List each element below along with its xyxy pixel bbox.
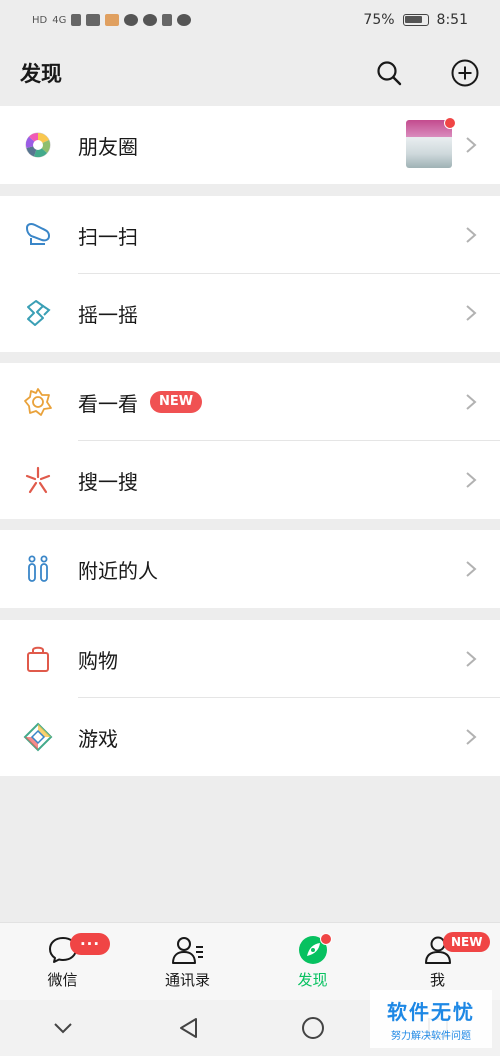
wifi-icon [86,14,101,26]
group-moments: 朋友圈 [0,106,500,184]
app-notification-icon [105,14,120,26]
games-icon [23,722,53,752]
hd-label: HD [32,14,48,26]
watermark: 软件无忧 努力解决软件问题 [370,990,492,1048]
moments-aperture-icon [23,130,53,160]
tab-label: 通讯录 [164,971,210,989]
search-icon [377,61,402,86]
menu-item-label: 购物 [78,648,118,673]
status-bar: HD 4G 75% 8:51 [0,0,500,40]
menu-item-label: 朋友圈 [78,134,138,159]
menu-item-games[interactable]: 游戏 [0,698,500,776]
group-stories-search: 看一看 NEW 搜一搜 [0,363,500,519]
network-label: 4G [52,14,67,26]
menu-item-shopping[interactable]: 购物 [0,620,500,698]
tab-discover[interactable]: 发现 [250,923,375,1000]
chevron-right-icon [466,561,477,577]
chevron-down-icon [53,1023,72,1034]
group-scan-shake: 扫一扫 摇一摇 [0,196,500,352]
bottom-tab-bar: 微信 ··· 通讯录 发现 我 NEW [0,922,500,1000]
chevron-right-icon [466,305,477,321]
people-nearby-icon [23,554,53,584]
watermark-subtitle: 努力解决软件问题 [391,1031,471,1042]
chevron-right-icon [466,651,477,667]
battery-icon [402,14,429,26]
menu-item-moments[interactable]: 朋友圈 [0,106,500,184]
contacts-icon [171,933,205,967]
unread-badge: ··· [70,933,110,955]
clock: 8:51 [436,12,468,28]
notification-dot [320,933,332,945]
tab-label: 微信 [47,971,78,989]
group-shopping-games: 购物 游戏 [0,620,500,776]
signal-icon [71,14,82,26]
menu-item-shake[interactable]: 摇一摇 [0,274,500,352]
top-stories-icon [23,387,53,417]
back-triangle-icon [179,1018,197,1038]
menu-item-top-stories[interactable]: 看一看 NEW [0,363,500,441]
menu-item-label: 游戏 [78,726,118,751]
battery-percent: 75% [363,12,395,28]
group-nearby: 附近的人 [0,530,500,608]
back-button[interactable] [174,1014,202,1042]
tab-label: 我 [429,971,445,989]
new-badge: NEW [150,391,203,413]
menu-item-label: 搜一搜 [78,469,138,494]
home-circle-icon [301,1017,324,1039]
chevron-right-icon [466,729,477,745]
notification-dot [444,117,456,129]
menu-item-people-nearby[interactable]: 附近的人 [0,530,500,608]
app-icon [143,14,158,26]
search-button[interactable] [374,58,404,88]
tab-chats[interactable]: 微信 ··· [0,923,125,1000]
tab-me[interactable]: 我 NEW [375,923,500,1000]
chevron-right-icon [466,472,477,488]
search-star-icon [23,465,53,495]
status-right: 75% 8:51 [363,12,468,28]
watermark-title: 软件无忧 [387,1000,475,1024]
shopping-bag-icon [23,644,53,674]
upload-icon [162,14,173,26]
header: 发现 [0,40,500,106]
chevron-right-icon [466,394,477,410]
add-circle-icon [451,59,479,87]
new-badge: NEW [443,932,491,952]
scan-icon [23,220,53,250]
tab-contacts[interactable]: 通讯录 [125,923,250,1000]
collapse-button[interactable] [49,1014,77,1042]
add-button[interactable] [450,58,480,88]
tab-label: 发现 [297,971,328,989]
status-icons: HD 4G [32,14,192,26]
shake-icon [23,298,53,328]
menu-item-scan[interactable]: 扫一扫 [0,196,500,274]
tiktok-icon [124,14,139,26]
menu-item-label: 扫一扫 [78,224,138,249]
page-title: 发现 [20,62,62,86]
menu-item-search[interactable]: 搜一搜 [0,441,500,519]
home-button[interactable] [299,1014,327,1042]
cloud-icon [177,14,192,26]
chevron-right-icon [466,227,477,243]
menu-item-label: 看一看 [78,391,138,416]
chevron-right-icon [466,137,477,153]
menu-item-label: 摇一摇 [78,302,138,327]
menu-item-label: 附近的人 [78,558,158,583]
